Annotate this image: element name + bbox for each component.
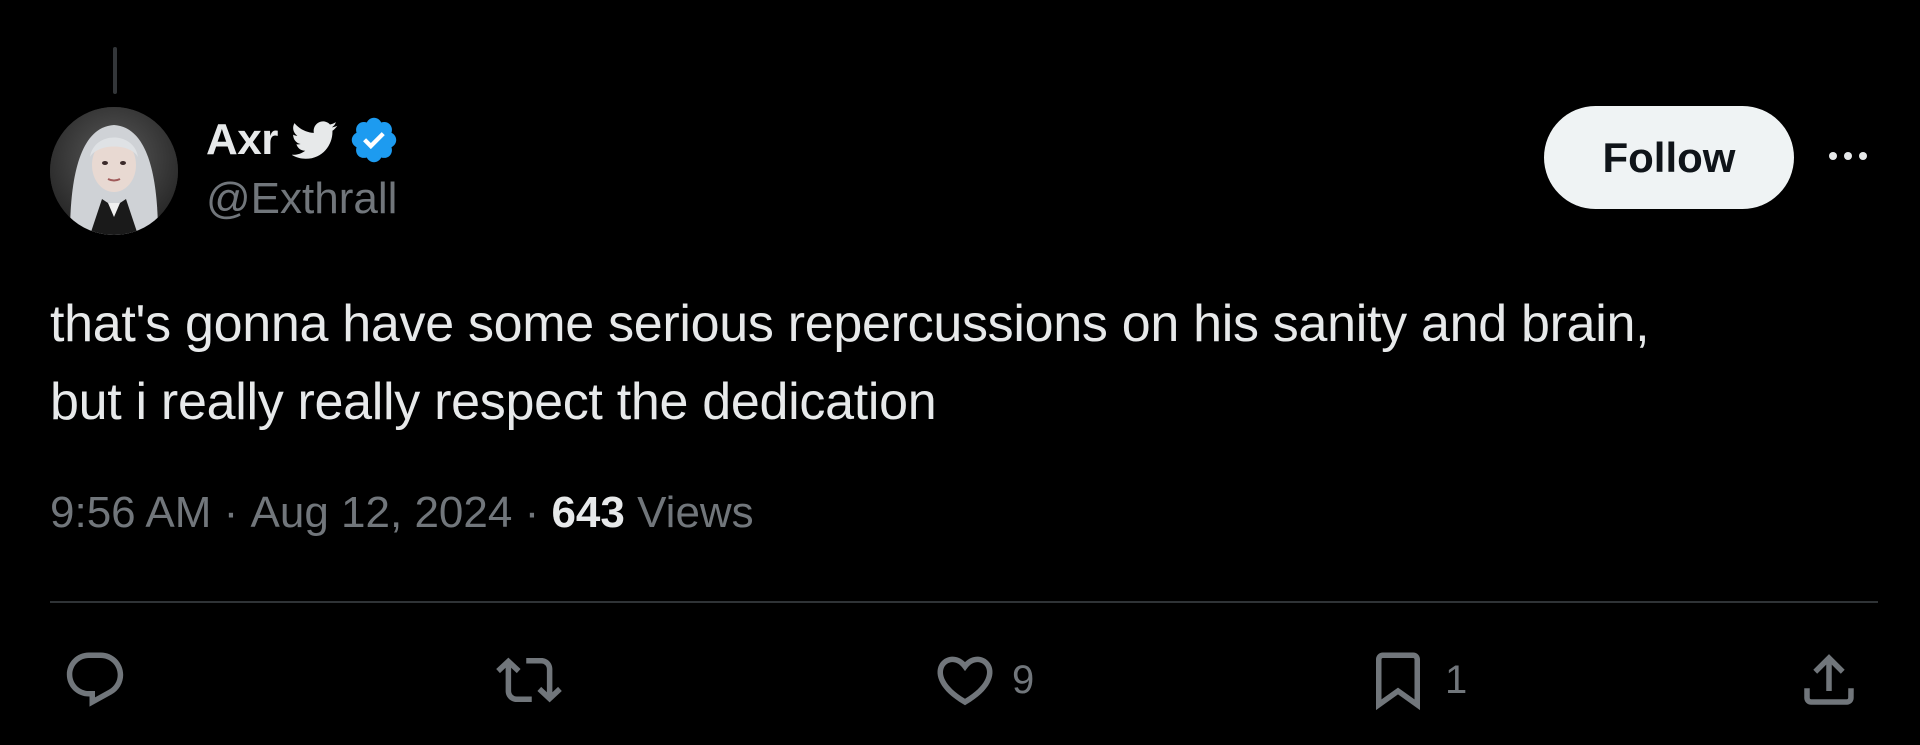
action-bar: 9 1	[0, 640, 1920, 720]
meta-separator: ·	[512, 488, 552, 537]
retweet-icon	[496, 657, 562, 703]
share-icon	[1804, 654, 1854, 705]
display-name[interactable]: Axr	[206, 115, 278, 165]
more-dot	[1844, 152, 1852, 160]
tweet-text: that's gonna have some serious repercuss…	[50, 285, 1840, 441]
retweet-button[interactable]	[496, 640, 562, 720]
heart-icon	[937, 656, 993, 706]
more-dot	[1859, 152, 1867, 160]
views-label: Views	[637, 488, 754, 537]
share-button[interactable]	[1796, 640, 1862, 720]
follow-button[interactable]: Follow	[1544, 106, 1794, 209]
views-space	[625, 488, 637, 538]
avatar-image	[50, 107, 178, 235]
tweet-date[interactable]: Aug 12, 2024	[251, 488, 513, 538]
like-button[interactable]: 9	[932, 640, 1034, 720]
divider	[50, 601, 1878, 603]
verified-badge-icon[interactable]	[348, 114, 400, 166]
bird-icon	[291, 117, 338, 163]
thread-connector-line	[113, 47, 117, 94]
views-count: 643	[551, 488, 625, 537]
more-dots-icon[interactable]	[1823, 136, 1873, 176]
reply-button[interactable]	[62, 640, 128, 720]
tweet-text-line: but i really really respect the dedicati…	[50, 373, 937, 431]
avatar[interactable]	[50, 107, 178, 235]
bookmark-count: 1	[1445, 657, 1468, 702]
reply-icon	[66, 652, 124, 707]
bookmark-button[interactable]: 1	[1365, 640, 1467, 720]
bookmark-icon	[1376, 652, 1420, 711]
like-count: 9	[1012, 657, 1035, 702]
more-dot	[1829, 152, 1837, 160]
user-handle[interactable]: @Exthrall	[206, 174, 400, 224]
user-info: Axr @Exthrall	[206, 112, 400, 224]
tweet-text-line: that's gonna have some serious repercuss…	[50, 295, 1650, 353]
meta-separator: ·	[211, 488, 251, 537]
name-row: Axr	[206, 112, 400, 168]
tweet-meta: 9:56 AM · Aug 12, 2024 · 643 Views	[50, 488, 754, 538]
tweet-time[interactable]: 9:56 AM	[50, 488, 211, 538]
